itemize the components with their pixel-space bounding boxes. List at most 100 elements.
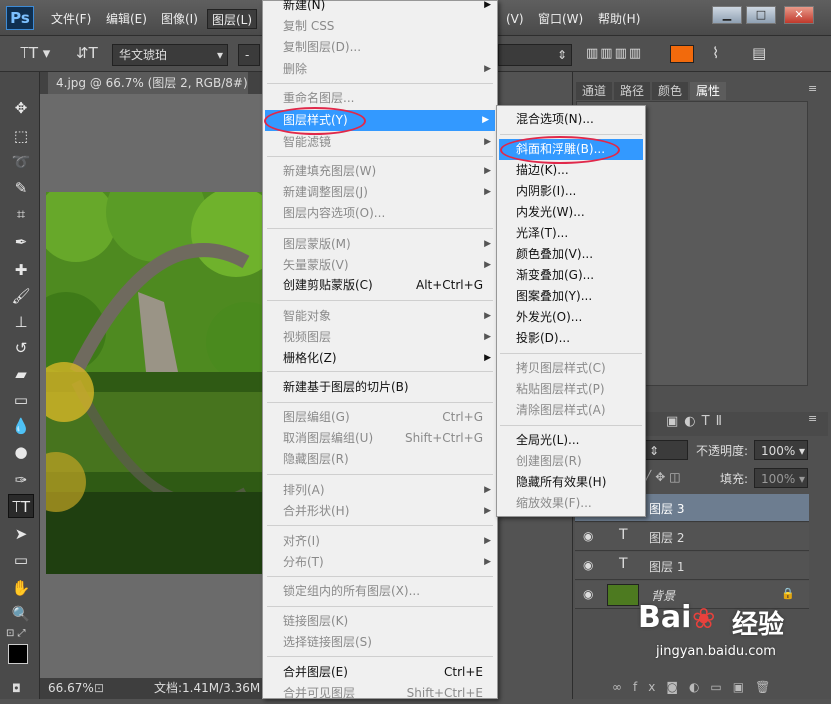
submenu-item-satin[interactable]: 光泽(T)... xyxy=(516,223,644,244)
menu-layer[interactable]: 图层(L) xyxy=(207,9,258,29)
menu-item-group-layers: 图层编组(G) Ctrl+G xyxy=(283,410,483,424)
document-tab[interactable]: 4.jpg @ 66.7% (图层 2, RGB/8#) * × xyxy=(48,72,248,94)
swap-colors-icon[interactable]: ⊡ ⤢ xyxy=(6,628,36,642)
submenu-item-outer-glow[interactable]: 外发光(O)... xyxy=(516,307,644,328)
quick-select-tool-icon[interactable]: ✎ xyxy=(8,176,34,200)
move-tool-icon[interactable]: ✥ xyxy=(8,96,34,120)
submenu-item-clear-layer-style: 清除图层样式(A) xyxy=(516,403,606,417)
maximize-button[interactable]: □ xyxy=(746,6,776,24)
menu-item-create-clipping-mask[interactable]: 创建剪贴蒙版(C) Alt+Ctrl+G xyxy=(283,275,483,296)
zoom-level[interactable]: 66.67% xyxy=(48,678,94,699)
document-tab-title: 4.jpg @ 66.7% (图层 2, RGB/8#) * xyxy=(56,76,248,90)
submenu-item-global-light[interactable]: 全局光(L)... xyxy=(516,430,644,451)
close-button[interactable]: ✕ xyxy=(784,6,814,24)
path-selection-tool-icon[interactable]: ➤ xyxy=(8,522,34,546)
layer-row-1[interactable]: ◉ T 图层 1 xyxy=(575,552,809,580)
menu-item-combine-shapes: 合并形状(H) ▶ xyxy=(283,504,491,518)
lock-icons[interactable]: ╱✥◫ xyxy=(644,470,704,486)
document-image xyxy=(46,192,262,574)
submenu-item-drop-shadow[interactable]: 投影(D)... xyxy=(516,328,644,349)
tab-channels[interactable]: 通道 xyxy=(576,82,613,100)
menu-item-merge-layers[interactable]: 合并图层(E) Ctrl+E xyxy=(283,662,483,683)
menu-item-new-adjustment-layer: 新建调整图层(J) ▶ xyxy=(283,185,491,199)
lasso-tool-icon[interactable]: ➰ xyxy=(8,150,34,174)
dodge-tool-icon[interactable]: ● xyxy=(8,440,34,464)
rectangle-tool-icon[interactable]: ▭ xyxy=(8,548,34,572)
marquee-tool-icon[interactable]: ⬚ xyxy=(8,124,34,148)
menu-help[interactable]: 帮助(H) xyxy=(594,9,644,29)
status-bar: 66.67% ⊡ 文档:1.41M/3.36M xyxy=(40,678,262,699)
fill-input[interactable]: 100% ▾ xyxy=(754,468,808,488)
blend-mode-select[interactable]: ⇕ xyxy=(642,440,688,460)
menu-item-layer-content-options: 图层内容选项(O)... xyxy=(283,206,386,220)
crop-tool-icon[interactable]: ⌗ xyxy=(8,202,34,226)
anti-alias-select[interactable]: ⇕ xyxy=(498,44,572,66)
submenu-item-copy-layer-style: 拷贝图层样式(C) xyxy=(516,361,606,375)
eye-icon[interactable]: ◉ xyxy=(583,529,593,543)
eye-icon[interactable]: ◉ xyxy=(583,558,593,572)
layer-name: 图层 1 xyxy=(649,560,685,574)
photoshop-logo: Ps xyxy=(6,6,34,30)
menu-image[interactable]: 图像(I) xyxy=(157,9,202,29)
history-brush-tool-icon[interactable]: ↺ xyxy=(8,336,34,360)
panel-menu-icon[interactable]: ≡ xyxy=(808,82,828,98)
healing-brush-tool-icon[interactable]: ✚ xyxy=(8,258,34,282)
text-tool-preset-icon[interactable]: ⟙T ▾ xyxy=(20,44,60,64)
layer-name: 图层 3 xyxy=(649,502,685,516)
menu-item-rasterize[interactable]: 栅格化(Z) ▶ xyxy=(283,348,491,369)
brush-tool-icon[interactable]: 🖌 xyxy=(8,284,34,308)
menu-item-arrange: 排列(A) ▶ xyxy=(283,483,491,497)
menu-view[interactable]: (V) xyxy=(502,9,528,29)
menu-item-new[interactable]: 新建(N) ▶ xyxy=(283,0,491,16)
layer-filter-icons[interactable]: ▣◐TⅡ xyxy=(666,414,786,432)
submenu-item-hide-all-effects[interactable]: 隐藏所有效果(H) xyxy=(516,472,644,493)
foreground-color-swatch[interactable] xyxy=(8,644,28,664)
submenu-item-gradient-overlay[interactable]: 渐变叠加(G)... xyxy=(516,265,644,286)
menu-item-delete: 删除 ▶ xyxy=(283,62,491,76)
eye-icon[interactable]: ◉ xyxy=(583,587,593,601)
font-family-select[interactable]: 华文琥珀 ▾ xyxy=(112,44,228,66)
gradient-tool-icon[interactable]: ▭ xyxy=(8,388,34,412)
layer-row-2[interactable]: ◉ T 图层 2 xyxy=(575,523,809,551)
opacity-input[interactable]: 100% ▾ xyxy=(754,440,808,460)
character-panel-icon[interactable]: ▤ xyxy=(752,44,774,64)
menu-item-hide-layers: 隐藏图层(R) xyxy=(283,452,349,466)
layer-style-submenu: 混合选项(N)... 斜面和浮雕(B)... 描边(K)... 内阴影(I)..… xyxy=(496,105,646,517)
menu-file[interactable]: 文件(F) xyxy=(47,9,95,29)
menu-item-merge-visible: 合并可见图层 Shift+Ctrl+E xyxy=(283,686,483,700)
text-color-swatch[interactable] xyxy=(670,45,694,63)
menu-item-video-layer: 视频图层 ▶ xyxy=(283,330,491,344)
minimize-button[interactable]: ▁ xyxy=(712,6,742,24)
layers-panel-menu-icon[interactable]: ≡ xyxy=(808,412,828,428)
menu-item-lock-all-layers-in-group: 锁定组内的所有图层(X)... xyxy=(283,584,421,598)
menu-edit[interactable]: 编辑(E) xyxy=(102,9,151,29)
submenu-item-blending-options[interactable]: 混合选项(N)... xyxy=(516,109,644,130)
font-style-select[interactable]: - xyxy=(238,44,260,66)
menu-item-new-layer-based-slice[interactable]: 新建基于图层的切片(B) xyxy=(283,377,491,398)
submenu-item-pattern-overlay[interactable]: 图案叠加(Y)... xyxy=(516,286,644,307)
zoom-tool-icon[interactable]: 🔍 xyxy=(8,602,34,626)
tab-color[interactable]: 颜色 xyxy=(652,82,689,100)
clone-stamp-tool-icon[interactable]: ⊥ xyxy=(8,310,34,334)
menu-window[interactable]: 窗口(W) xyxy=(534,9,587,29)
text-orientation-icon[interactable]: ⇵T xyxy=(76,44,100,64)
quick-mask-icon[interactable]: ◘ xyxy=(12,682,32,696)
pen-tool-icon[interactable]: ✑ xyxy=(8,468,34,492)
eraser-tool-icon[interactable]: ▰ xyxy=(8,362,34,386)
tab-paths[interactable]: 路径 xyxy=(614,82,651,100)
submenu-item-inner-shadow[interactable]: 内阴影(I)... xyxy=(516,181,644,202)
submenu-item-inner-glow[interactable]: 内发光(W)... xyxy=(516,202,644,223)
hand-tool-icon[interactable]: ✋ xyxy=(8,576,34,600)
warp-text-icon[interactable]: ⌇ xyxy=(712,44,732,64)
submenu-item-color-overlay[interactable]: 颜色叠加(V)... xyxy=(516,244,644,265)
highlight-circle-bevel-emboss xyxy=(500,136,620,164)
tab-properties[interactable]: 属性 xyxy=(690,82,727,100)
text-align-icons[interactable]: ▥▥▥▥ xyxy=(586,46,666,64)
watermark-url: jingyan.baidu.com xyxy=(656,644,776,659)
type-tool-icon[interactable]: ⟙T xyxy=(8,494,34,518)
status-preview-icon: ⊡ xyxy=(94,681,105,695)
blur-tool-icon[interactable]: 💧 xyxy=(8,414,34,438)
submenu-item-scale-effects: 缩放效果(F)... xyxy=(516,496,592,510)
fill-label: 填充: xyxy=(720,472,749,486)
eyedropper-tool-icon[interactable]: ✒ xyxy=(8,230,34,254)
